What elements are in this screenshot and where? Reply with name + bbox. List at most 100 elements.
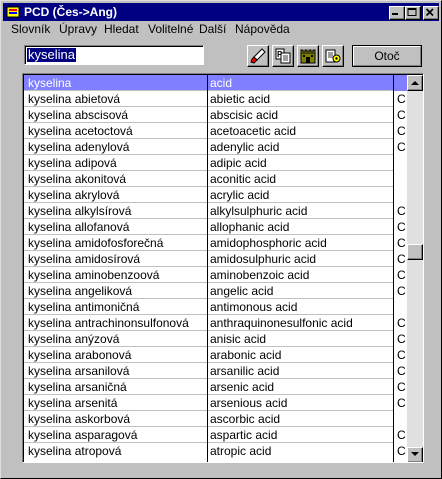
castle-button[interactable] (297, 45, 319, 67)
column-divider (207, 75, 208, 462)
english-term: arsanilic acid (210, 364, 280, 378)
dictionary-list[interactable]: kyselina acid kyselina abietová abietic aci… (22, 73, 424, 463)
menu-upravy[interactable]: Úpravy (59, 22, 97, 36)
list-item[interactable]: kyselina adenylová adenylic acid C (24, 139, 414, 155)
search-input-value: kyselina (27, 47, 76, 62)
list-item[interactable]: kyselina antrachinonsulfonová anthraquino… (24, 315, 414, 331)
list-item[interactable]: kyselina alkylsírová alkylsulphuric acid C (24, 203, 414, 219)
row-separator (24, 378, 394, 379)
czech-term: kyselina abietová (28, 92, 121, 106)
vertical-scrollbar[interactable] (407, 75, 423, 462)
list-item[interactable]: kyselina akonitová aconitic acid (24, 171, 414, 187)
english-term: acid (210, 76, 233, 90)
tools-button[interactable] (322, 45, 344, 67)
clear-button[interactable] (247, 45, 269, 67)
scroll-down-button[interactable] (407, 447, 423, 462)
title-bar[interactable]: PCD (Čes->Ang) (3, 3, 439, 21)
czech-term: kyselina akrylová (28, 188, 120, 202)
czech-term: kyselina amidosírová (28, 252, 141, 266)
scroll-up-button[interactable] (407, 75, 423, 91)
list-item[interactable]: kyselina amidofosforečná amidophosphoric … (24, 235, 414, 251)
arrow-down-icon (411, 452, 419, 456)
english-term: allophanic acid (210, 220, 290, 234)
english-term: alkylsulphuric acid (210, 204, 308, 218)
list-item[interactable]: kyselina adipová adipic acid (24, 155, 414, 171)
menu-dalsi[interactable]: Další (199, 22, 226, 36)
row-separator (24, 186, 394, 187)
app-window: PCD (Čes->Ang) Slovník Úpravy Hledat Vol… (0, 0, 442, 479)
czech-term: kyselina abscisová (28, 108, 129, 122)
row-separator (24, 154, 394, 155)
row-separator (24, 394, 394, 395)
english-term: acrylic acid (210, 188, 270, 202)
czech-term: kyselina antrachinonsulfonová (28, 316, 189, 330)
czech-term: kyselina acetoctová (28, 124, 133, 138)
minimize-button[interactable] (389, 6, 405, 20)
list-item[interactable]: kyselina arsanilová arsanilic acid C (24, 363, 414, 379)
close-icon (425, 8, 434, 17)
czech-term: kyselina arsenitá (28, 396, 118, 410)
copy-pages-icon: P (275, 48, 291, 64)
arrow-up-icon (411, 81, 419, 85)
list-item[interactable]: kyselina amidosírová amidosulphuric acid C (24, 251, 414, 267)
row-separator (24, 330, 394, 331)
list-item[interactable]: kyselina askorbová ascorbic acid (24, 411, 414, 427)
row-separator (24, 410, 394, 411)
czech-term: kyselina adenylová (28, 140, 130, 154)
list-item-selected[interactable]: kyselina acid (24, 75, 414, 91)
menu-slovnik[interactable]: Slovník (11, 22, 50, 36)
czech-term: kyselina akonitová (28, 172, 127, 186)
row-separator (24, 250, 394, 251)
row-separator (24, 362, 394, 363)
czech-term: kyselina askorbová (28, 412, 131, 426)
english-term: abietic acid (210, 92, 271, 106)
list-item[interactable]: kyselina asparagová aspartic acid C (24, 427, 414, 443)
menu-volitelne[interactable]: Volitelné (148, 22, 193, 36)
list-item[interactable]: kyselina acetoctová acetoacetic acid C (24, 123, 414, 139)
list-item[interactable]: kyselina arsaničná arsenic acid C (24, 379, 414, 395)
row-separator (24, 346, 394, 347)
search-input[interactable]: kyselina (24, 45, 204, 65)
window-title: PCD (Čes->Ang) (24, 5, 118, 19)
copy-button[interactable]: P (272, 45, 294, 67)
minimize-icon (392, 13, 398, 15)
list-item[interactable]: kyselina antimoničná antimonous acid (24, 299, 414, 315)
list-item[interactable]: kyselina angeliková angelic acid C (24, 283, 414, 299)
list-item[interactable]: kyselina anýzová anisic acid C (24, 331, 414, 347)
czech-term: kyselina arabonová (28, 348, 132, 362)
english-term: aspartic acid (210, 428, 278, 442)
list-item[interactable]: kyselina aminobenzoová aminobenzoic acid C (24, 267, 414, 283)
czech-term: kyselina (28, 76, 72, 90)
close-button[interactable] (423, 6, 439, 20)
list-item[interactable]: kyselina arsenitá arsenious acid C (24, 395, 414, 411)
row-separator (24, 170, 394, 171)
otoc-button[interactable]: Otoč (352, 45, 422, 67)
menu-napoveda[interactable]: Nápověda (235, 22, 290, 36)
list-item[interactable]: kyselina abietová abietic acid C (24, 91, 414, 107)
maximize-button[interactable] (405, 6, 421, 20)
english-term: anthraquinonesulfonic acid (210, 316, 353, 330)
english-term: amidophosphoric acid (210, 236, 327, 250)
list-item[interactable]: kyselina atropová atropic acid C (24, 443, 414, 459)
czech-term: kyselina asparagová (28, 428, 138, 442)
czech-term: kyselina alkylsírová (28, 204, 132, 218)
czech-term: kyselina antimoničná (28, 300, 140, 314)
english-term: anisic acid (210, 332, 267, 346)
row-separator (24, 266, 394, 267)
english-term: arsenic acid (210, 380, 275, 394)
list-item[interactable]: kyselina arabonová arabonic acid C (24, 347, 414, 363)
english-term: antimonous acid (210, 300, 298, 314)
czech-term: kyselina arsaničná (28, 380, 127, 394)
eraser-brush-icon (250, 48, 266, 64)
list-item[interactable]: kyselina abscisová abscisic acid C (24, 107, 414, 123)
menu-hledat[interactable]: Hledat (104, 22, 139, 36)
english-term: acetoacetic acid (210, 124, 297, 138)
czech-term: kyselina adipová (28, 156, 117, 170)
row-separator (24, 218, 394, 219)
czech-term: kyselina amidofosforečná (28, 236, 164, 250)
english-term: amidosulphuric acid (210, 252, 317, 266)
scroll-thumb[interactable] (407, 244, 423, 260)
list-item[interactable]: kyselina akrylová acrylic acid (24, 187, 414, 203)
list-item[interactable]: kyselina allofanová allophanic acid C (24, 219, 414, 235)
english-term: adipic acid (210, 156, 267, 170)
